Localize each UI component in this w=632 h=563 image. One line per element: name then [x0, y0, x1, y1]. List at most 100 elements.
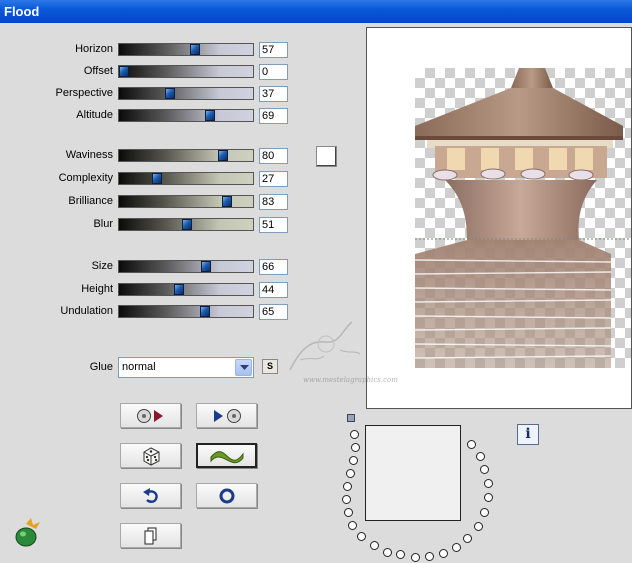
- undulation-slider[interactable]: [118, 305, 254, 318]
- perspective-value-field[interactable]: 37: [259, 86, 288, 102]
- navigator-dot[interactable]: [484, 493, 493, 502]
- height-value-field[interactable]: 44: [259, 282, 288, 298]
- slider-row-offset: Offset 0: [0, 64, 290, 80]
- waviness-slider[interactable]: [118, 149, 254, 162]
- slider-row-blur: Blur 51: [0, 217, 290, 233]
- navigator-dot[interactable]: [350, 430, 359, 439]
- navigator-dot[interactable]: [342, 495, 351, 504]
- brilliance-slider-thumb[interactable]: [221, 196, 232, 207]
- info-button[interactable]: i: [517, 424, 539, 445]
- wave-preview-icon: [210, 450, 243, 463]
- height-slider-thumb[interactable]: [173, 284, 184, 295]
- slider-row-waviness: Waviness 80: [0, 148, 290, 164]
- info-icon: i: [525, 426, 531, 442]
- waviness-value-field[interactable]: 80: [259, 148, 288, 164]
- navigator-dot[interactable]: [343, 482, 352, 491]
- offset-slider-thumb[interactable]: [119, 66, 129, 77]
- altitude-value-field[interactable]: 69: [259, 108, 288, 124]
- complexity-value-field[interactable]: 27: [259, 171, 288, 187]
- navigator-dot[interactable]: [452, 543, 461, 552]
- brilliance-slider[interactable]: [118, 195, 254, 208]
- navigator-dot[interactable]: [474, 522, 483, 531]
- altitude-slider[interactable]: [118, 109, 254, 122]
- navigator-dot[interactable]: [370, 541, 379, 550]
- slider-row-horizon: Horizon 57: [0, 42, 290, 58]
- undulation-label: Undulation: [60, 305, 113, 317]
- navigator-dot[interactable]: [467, 440, 476, 449]
- blur-slider[interactable]: [118, 218, 254, 231]
- open-preset-button[interactable]: [120, 403, 181, 428]
- navigator-dot[interactable]: [383, 548, 392, 557]
- navigator-dot[interactable]: [396, 550, 405, 559]
- slider-row-undulation: Undulation 65: [0, 304, 290, 320]
- navigator-dot[interactable]: [484, 479, 493, 488]
- flaming-star-pear-icon: [12, 518, 44, 548]
- altitude-label: Altitude: [76, 109, 113, 121]
- navigator-dot[interactable]: [348, 521, 357, 530]
- height-slider[interactable]: [118, 283, 254, 296]
- undo-button[interactable]: [120, 483, 181, 508]
- navigator-dot[interactable]: [346, 469, 355, 478]
- perspective-slider[interactable]: [118, 87, 254, 100]
- complexity-label: Complexity: [58, 172, 113, 184]
- navigator-dot[interactable]: [344, 508, 353, 517]
- watermark-flourish: [289, 321, 361, 371]
- brilliance-value-field[interactable]: 83: [259, 194, 288, 210]
- altitude-slider-thumb[interactable]: [204, 110, 215, 121]
- navigator-dot[interactable]: [411, 553, 420, 562]
- size-label: Size: [91, 260, 113, 272]
- height-label: Height: [81, 283, 113, 295]
- navigator-dot[interactable]: [351, 443, 360, 452]
- glue-s-button[interactable]: S: [262, 359, 278, 374]
- brilliance-label: Brilliance: [68, 195, 113, 207]
- navigator-dot[interactable]: [349, 456, 358, 465]
- blur-slider-thumb[interactable]: [182, 219, 193, 230]
- color-swatch[interactable]: [316, 146, 337, 167]
- size-value-field[interactable]: 66: [259, 259, 288, 275]
- waviness-label: Waviness: [65, 149, 113, 161]
- watermark: www.mestelagraphics.com: [280, 310, 398, 390]
- horizon-value-field[interactable]: 57: [259, 42, 288, 58]
- copy-button[interactable]: [120, 523, 181, 548]
- save-preset-icon: [213, 408, 241, 423]
- slider-row-height: Height 44: [0, 282, 290, 298]
- horizon-slider-thumb[interactable]: [189, 44, 200, 55]
- navigator-dot[interactable]: [480, 465, 489, 474]
- offset-value-field[interactable]: 0: [259, 64, 288, 80]
- size-slider[interactable]: [118, 260, 254, 273]
- glue-selected-value: normal: [122, 361, 156, 373]
- randomize-dice-icon: [143, 446, 159, 466]
- navigator-dot[interactable]: [357, 532, 366, 541]
- navigator-dot[interactable]: [463, 534, 472, 543]
- complexity-slider[interactable]: [118, 172, 254, 185]
- slider-row-size: Size 66: [0, 259, 290, 275]
- perspective-slider-thumb[interactable]: [164, 88, 175, 99]
- undo-icon: [142, 487, 158, 503]
- slider-row-complexity: Complexity 27: [0, 171, 290, 187]
- horizon-slider[interactable]: [118, 43, 254, 56]
- horizon-label: Horizon: [75, 43, 113, 55]
- slider-row-brilliance: Brilliance 83: [0, 194, 290, 210]
- blur-value-field[interactable]: 51: [259, 217, 288, 233]
- chevron-down-icon[interactable]: [235, 359, 252, 376]
- slider-row-altitude: Altitude 69: [0, 108, 290, 124]
- navigator-box[interactable]: [365, 425, 461, 521]
- randomize-button[interactable]: [120, 443, 181, 468]
- navigator-dot[interactable]: [480, 508, 489, 517]
- navigator-dot[interactable]: [476, 452, 485, 461]
- undulation-slider-thumb[interactable]: [199, 306, 210, 317]
- preview-panel[interactable]: [366, 27, 632, 409]
- navigator-handle[interactable]: [347, 414, 355, 422]
- navigator-dot[interactable]: [439, 549, 448, 558]
- offset-slider[interactable]: [118, 65, 254, 78]
- size-slider-thumb[interactable]: [200, 261, 211, 272]
- navigator-dot[interactable]: [425, 552, 434, 561]
- wave-preview-button[interactable]: [196, 443, 257, 468]
- open-preset-icon: [136, 408, 163, 423]
- window-title: Flood: [4, 4, 40, 19]
- complexity-slider-thumb[interactable]: [152, 173, 163, 184]
- waviness-slider-thumb[interactable]: [218, 150, 229, 161]
- reset-button[interactable]: [196, 483, 257, 508]
- save-preset-button[interactable]: [196, 403, 257, 428]
- glue-select[interactable]: normal: [118, 357, 254, 378]
